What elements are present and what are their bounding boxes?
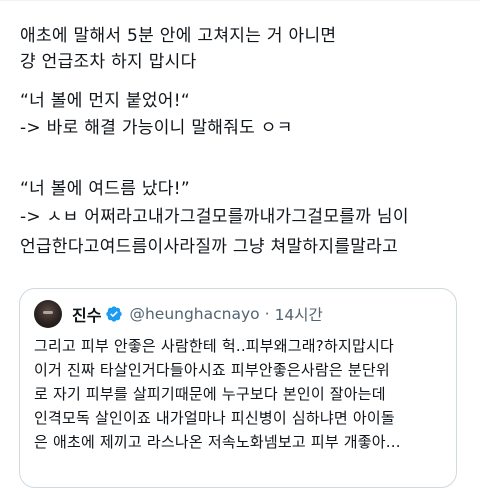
avatar[interactable] [34, 300, 62, 328]
quoted-tweet-card[interactable]: 진수 @heunghacnayo · 14시간 그리고 피부 안좋은 사람한테 … [19, 288, 457, 488]
verified-badge-icon [106, 306, 123, 322]
quoted-line: 로 자기 피부를 살피기때문에 누구보다 본인이 잘아는데 [34, 385, 386, 403]
tweet-line: “너 볼에 먼지 붙었어!“ [20, 91, 190, 111]
quoted-tweet-header: 진수 @heunghacnayo · 14시간 [34, 299, 323, 329]
quoted-author-name[interactable]: 진수 [72, 302, 101, 326]
tweet-line: -> 바로 해결 가능이니 말해줘도 ㅇㅋ [20, 118, 293, 138]
quoted-author-handle[interactable]: @heunghacnayo [129, 305, 259, 323]
tweet-line: -> ㅅㅂ 어쩌라고내가그걸모를까내가그걸모를까 님이 [20, 207, 409, 227]
tweet-line: 걍 언급조차 하지 맙시다 [20, 52, 197, 72]
quoted-line: 은 애초에 제끼고 라스나온 저속노화넴보고 피부 개좋아... [34, 433, 401, 451]
quoted-line: 이거 진짜 타살인거다들아시죠 피부안좋은사람은 분단위 [34, 361, 390, 379]
quoted-timestamp[interactable]: 14시간 [275, 303, 323, 325]
quoted-line: 인격모독 살인이죠 내가얼마나 피신병이 심하냐면 아이돌 [34, 409, 395, 427]
quoted-line: 그리고 피부 안좋은 사람한테 헉..피부왜그래?하지맙시다 [34, 337, 394, 355]
top-divider [0, 0, 480, 1]
tweet-line: 언급한다고여드름이사라질까 그냥 쳐말하지를말라고 [20, 237, 399, 257]
meta-separator: · [264, 305, 270, 323]
tweet-line: 애초에 말해서 5분 안에 고쳐지는 거 아니면 [20, 26, 337, 46]
tweet-line: “너 볼에 여드름 났다!” [20, 179, 190, 199]
